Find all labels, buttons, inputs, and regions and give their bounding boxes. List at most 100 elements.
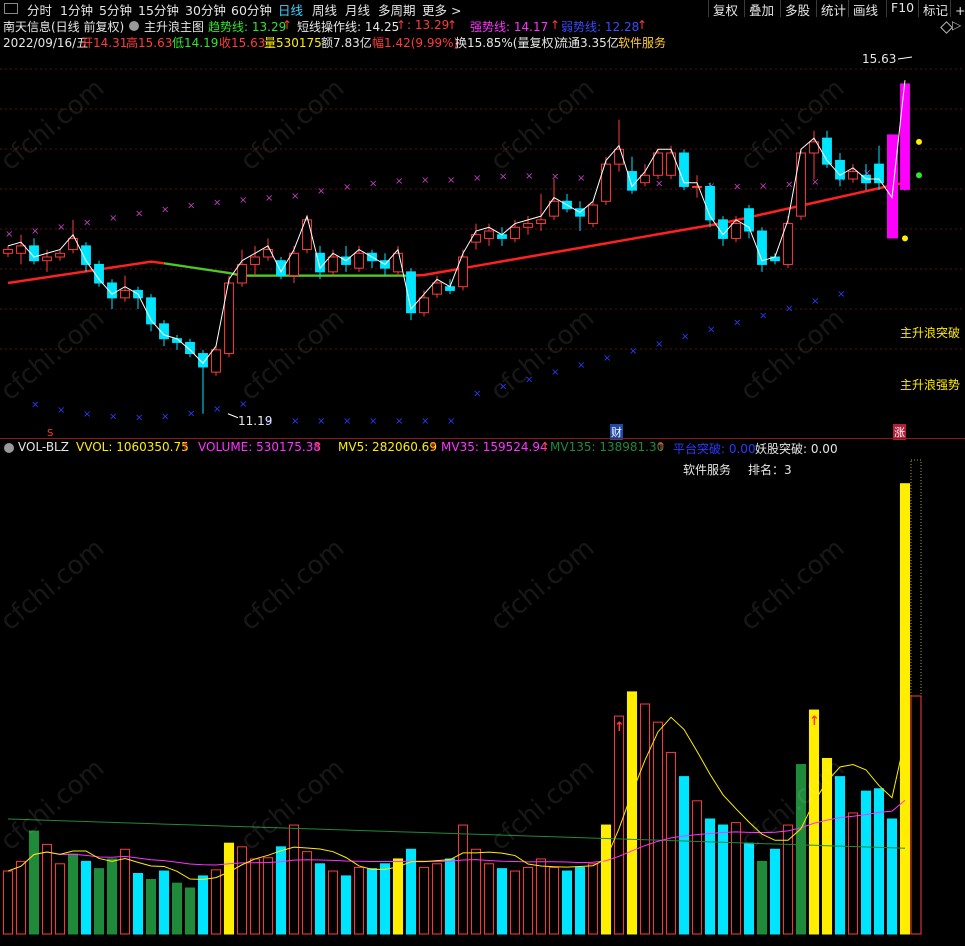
volume-bar xyxy=(184,887,196,935)
band-lower-mark: × xyxy=(577,360,585,371)
period-tab-9[interactable]: 多周期 xyxy=(378,0,416,19)
diamond-icon[interactable] xyxy=(940,21,953,34)
stock-name: 南天信息(日线 前复权) xyxy=(3,20,125,34)
candle-body xyxy=(42,256,52,262)
volume-bar xyxy=(613,715,625,935)
candle-body xyxy=(3,249,13,254)
toolbar-button-6[interactable]: 标记 xyxy=(918,0,952,18)
volume-bar xyxy=(366,868,378,935)
mv135-value: MV135: 138981.30 xyxy=(550,440,665,454)
candle-body xyxy=(289,252,299,277)
period-tab-0[interactable]: 分时 xyxy=(27,0,52,19)
candle-body xyxy=(731,223,741,239)
volume-value: VOLUME: 530175.38 xyxy=(198,440,321,454)
volume-bar xyxy=(834,776,846,935)
band-upper-mark: × xyxy=(733,182,741,193)
period-tab-2[interactable]: 5分钟 xyxy=(99,0,132,19)
period-tab-3[interactable]: 15分钟 xyxy=(138,0,179,19)
breakout-arrow-icon: ↑ xyxy=(614,720,625,735)
band-upper-mark: × xyxy=(785,180,793,191)
value3-arrow-icon: ↑ xyxy=(447,18,458,32)
band-upper-mark: × xyxy=(759,181,767,192)
candle-body xyxy=(250,256,260,265)
band-lower-mark: × xyxy=(369,416,377,427)
candle-body xyxy=(94,263,104,284)
volume-bar xyxy=(743,842,755,935)
period-tab-5[interactable]: 60分钟 xyxy=(231,0,272,19)
vol-menu-icon[interactable] xyxy=(4,443,14,453)
toolbar-button-0[interactable]: 复权 xyxy=(708,0,742,18)
band-lower-mark: × xyxy=(187,409,195,420)
candle-body xyxy=(276,260,286,277)
band-lower-mark: × xyxy=(707,325,715,336)
candle-body xyxy=(549,200,559,217)
volume-bar xyxy=(600,824,612,935)
demon-breakout-value: 妖股突破: 0.00 xyxy=(755,442,838,456)
vvol-bar xyxy=(910,459,922,935)
toolbar-button-3[interactable]: 统计 xyxy=(816,0,850,18)
volume-bar xyxy=(782,824,794,935)
candle-body xyxy=(523,223,533,228)
weak-line-value: 弱势线: 12.28 xyxy=(561,20,640,34)
vol-indicator-name[interactable]: VOL-BLZ xyxy=(18,440,69,454)
indicator-menu-icon[interactable] xyxy=(129,21,139,31)
band-lower-mark: × xyxy=(317,416,325,427)
volume-arrow-icon: ↑ xyxy=(313,440,324,454)
volume-bar xyxy=(379,863,391,935)
period-tab-7[interactable]: 周线 xyxy=(312,0,337,19)
volume-bar xyxy=(574,866,586,935)
weak-arrow-icon: ↑ xyxy=(637,18,648,32)
period-tab-8[interactable]: 月线 xyxy=(345,0,370,19)
band-lower-mark: × xyxy=(837,289,845,300)
band-upper-mark: × xyxy=(5,229,13,240)
band-upper-mark: × xyxy=(83,218,91,229)
band-upper-mark: × xyxy=(57,222,65,233)
volume-bar xyxy=(262,857,274,935)
volume-bar xyxy=(886,818,898,935)
period-tab-6[interactable]: 日线 xyxy=(278,0,303,19)
volume-bar xyxy=(496,868,508,935)
mv35-arrow-icon: ↑ xyxy=(540,440,551,454)
candle-body xyxy=(848,171,858,180)
scroll-right-icon[interactable]: ▷ xyxy=(952,18,961,32)
strong-arrow-icon: ↑ xyxy=(550,18,561,32)
layout-icon[interactable] xyxy=(4,3,18,14)
volume-bar xyxy=(327,870,339,935)
toolbar-button-2[interactable]: 多股 xyxy=(780,0,814,18)
band-lower-mark: × xyxy=(395,416,403,427)
toolbar-button-4[interactable]: 画线 xyxy=(848,0,882,18)
band-lower-mark: × xyxy=(239,399,247,410)
volume-bar xyxy=(847,812,859,935)
band-lower-mark: × xyxy=(447,416,455,427)
period-tab-1[interactable]: 1分钟 xyxy=(60,0,93,19)
mv35-value: MV35: 159524.94 xyxy=(441,440,548,454)
band-lower-mark: × xyxy=(759,310,767,321)
band-lower-mark: × xyxy=(473,389,481,400)
band-upper-mark: × xyxy=(31,226,39,237)
volume-bar xyxy=(652,721,664,935)
band-lower-mark: × xyxy=(291,416,299,427)
toolbar-button-7[interactable]: +自 xyxy=(950,0,965,18)
toolbar-button-5[interactable]: F10 xyxy=(886,0,918,17)
volume-bar xyxy=(15,860,27,935)
volume-bar xyxy=(197,875,209,935)
toolbar-button-1[interactable]: 叠加 xyxy=(744,0,778,18)
indicator-name[interactable]: 主升浪主图 xyxy=(144,18,204,35)
volume-bar xyxy=(665,751,677,935)
vvol-value: VVOL: 1060350.75 xyxy=(76,440,189,454)
period-tab-10[interactable]: 更多 > xyxy=(422,0,461,19)
pane-divider[interactable] xyxy=(0,438,965,439)
limit-candle xyxy=(887,134,898,239)
band-lower-mark: × xyxy=(811,296,819,307)
candle-body xyxy=(627,171,637,191)
candle-body xyxy=(640,174,650,184)
volume-bar xyxy=(223,842,235,935)
band-lower-mark: × xyxy=(785,303,793,314)
band-upper-mark: × xyxy=(655,178,663,189)
candle-body xyxy=(406,271,416,314)
volume-bar xyxy=(93,868,105,935)
period-tab-4[interactable]: 30分钟 xyxy=(185,0,226,19)
candle-body xyxy=(185,341,195,355)
candle-body xyxy=(55,252,65,258)
volume-bar xyxy=(353,866,365,935)
